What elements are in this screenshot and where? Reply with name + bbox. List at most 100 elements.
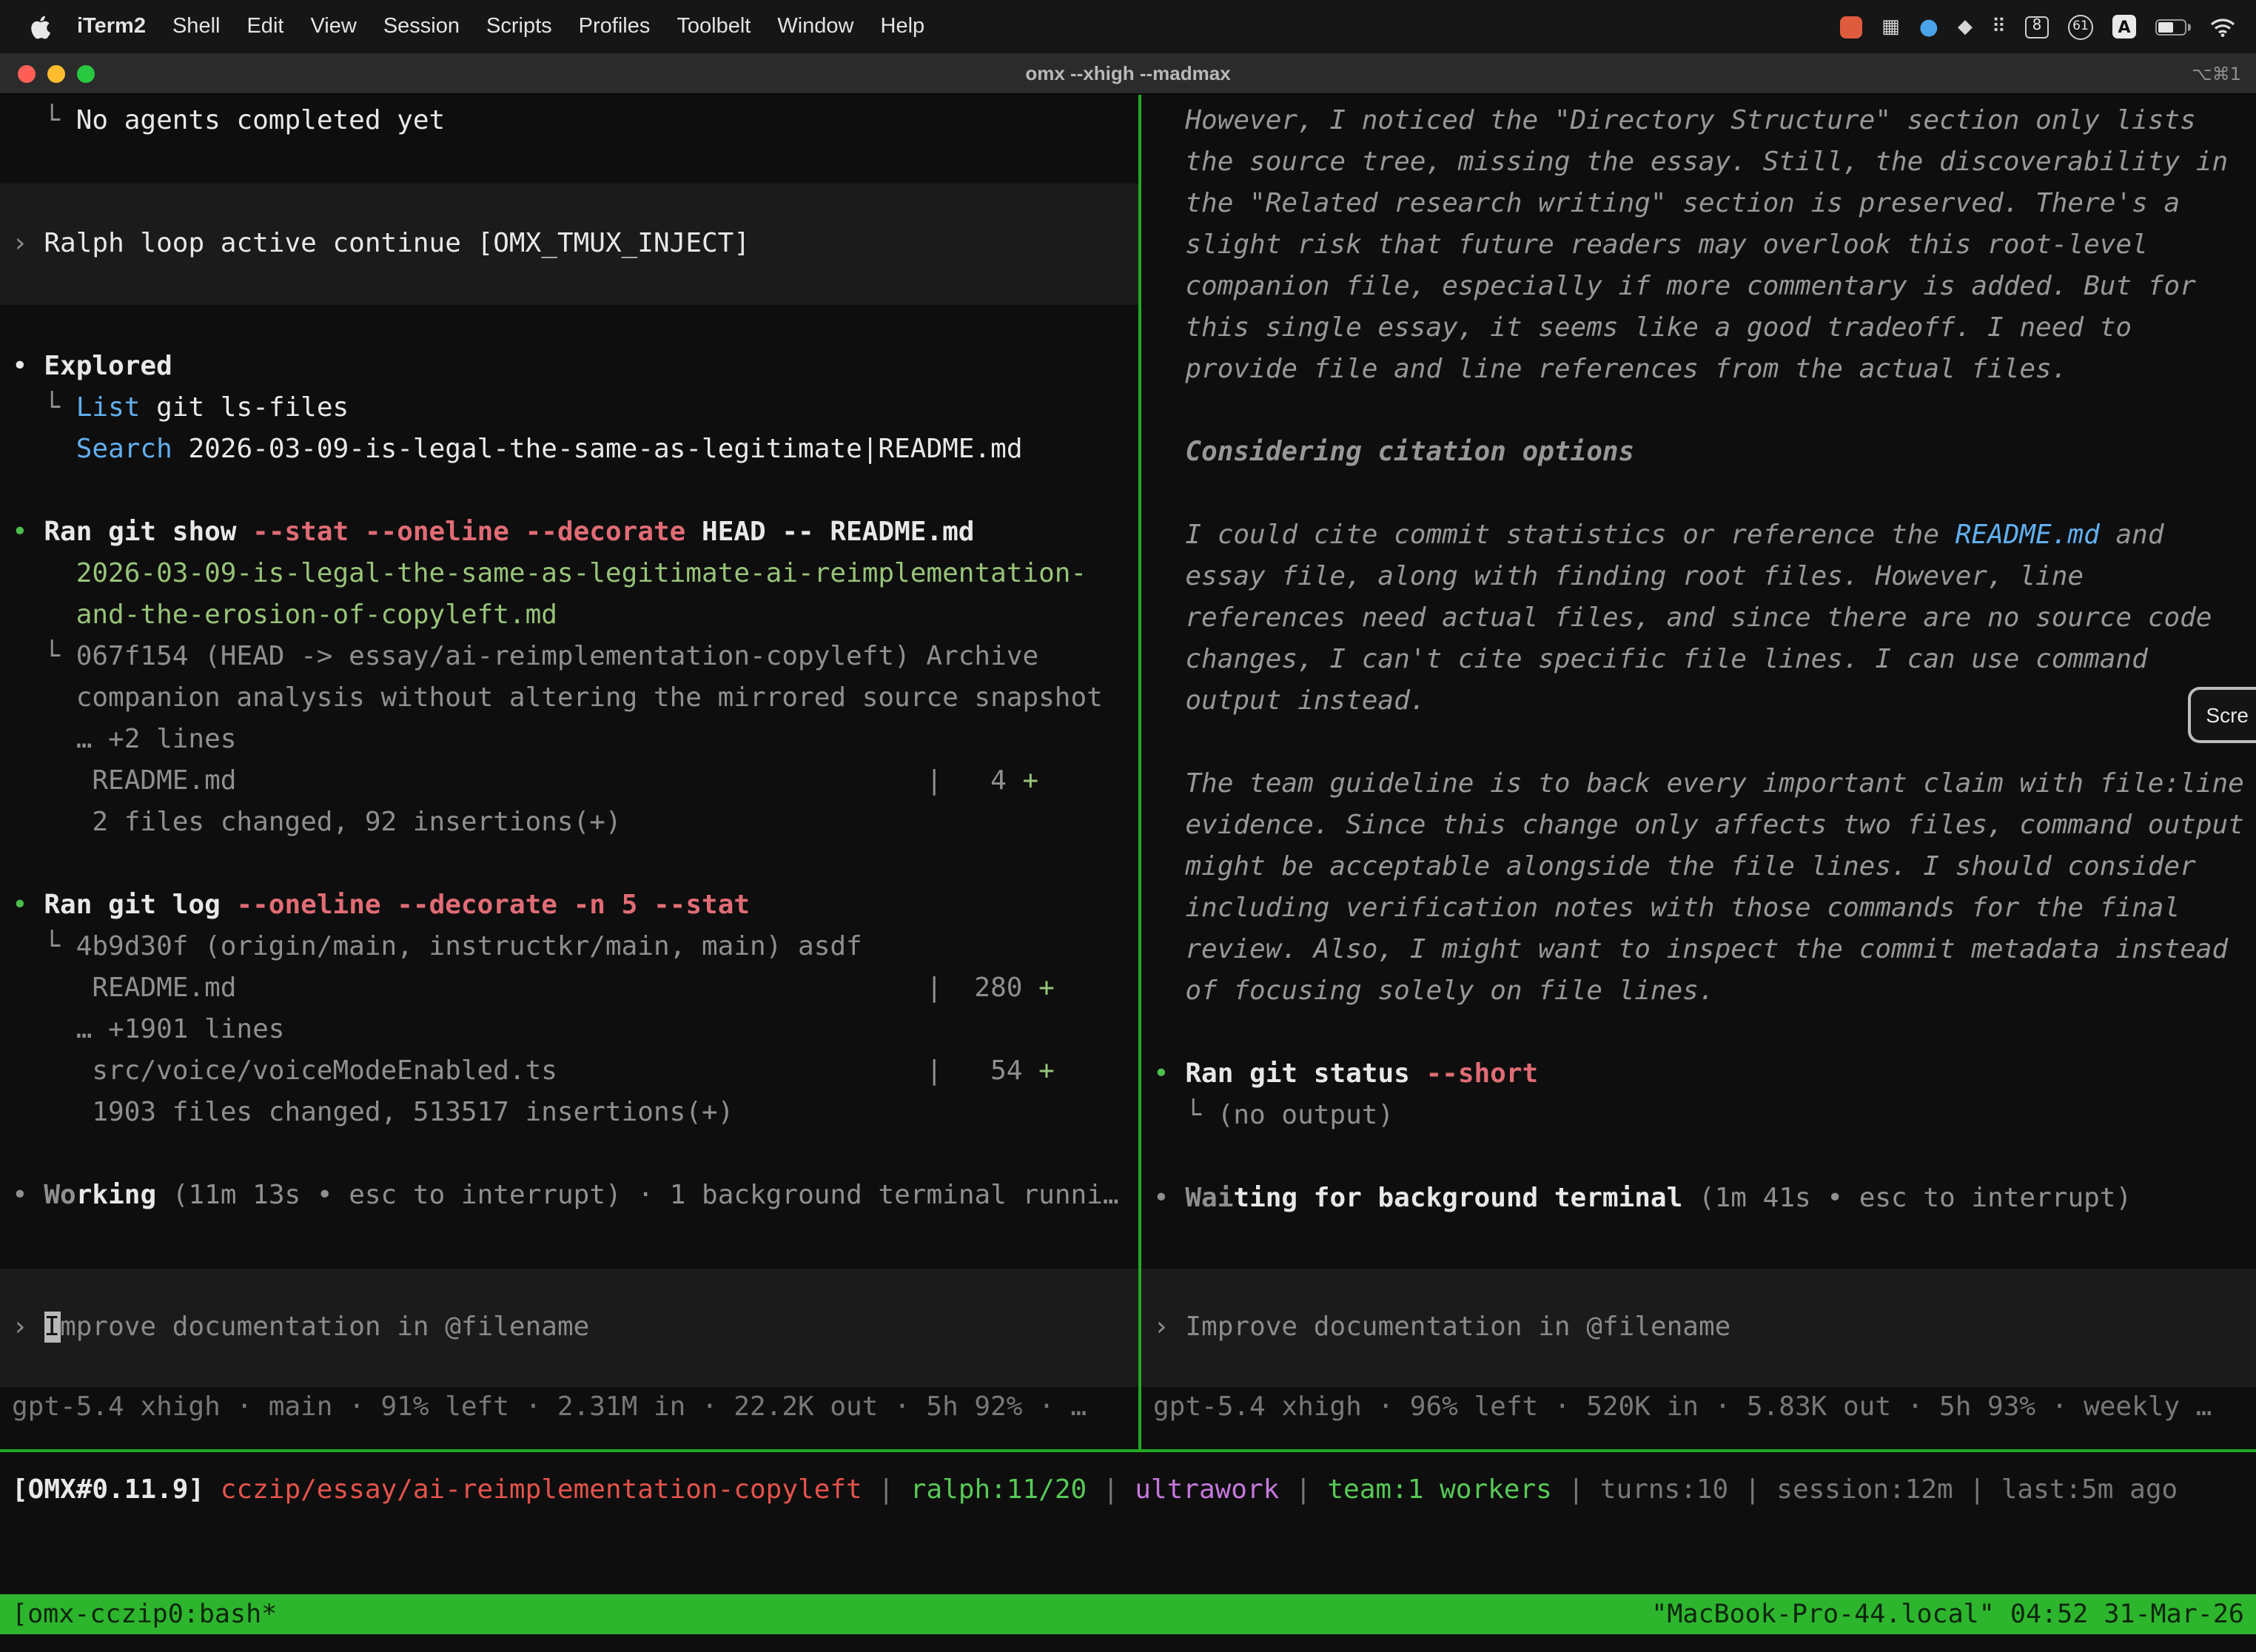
title-bar[interactable]: omx --xhigh --madmax ⌥⌘1 bbox=[0, 53, 2256, 95]
ralph-loop-banner[interactable]: › Ralph loop active continue [OMX_TMUX_I… bbox=[0, 184, 1138, 305]
zoom-button[interactable] bbox=[77, 64, 95, 82]
traffic-lights bbox=[18, 64, 95, 82]
text-run: • bbox=[12, 517, 44, 548]
terminal-line: └ (no output) bbox=[1141, 1095, 2256, 1137]
text-run: └ 4b9d30f (origin/main, instructkr/main,… bbox=[12, 931, 862, 962]
text-run: references need actual files, and since … bbox=[1153, 602, 2212, 634]
text-run: cczip/essay/ai-reimplementation-copyleft bbox=[204, 1474, 862, 1505]
terminal-line: slight risk that future readers may over… bbox=[1141, 225, 2256, 266]
text-run: src/voice/voiceModeEnabled.ts | 54 bbox=[12, 1055, 1038, 1087]
left-agent-summary: └ No agents completed yet bbox=[0, 101, 1138, 142]
key-8-icon[interactable]: 8 bbox=[2025, 16, 2049, 38]
left-session-status: gpt-5.4 xhigh · main · 91% left · 2.31M … bbox=[0, 1387, 1138, 1428]
text-run: changes, I can't cite specific file line… bbox=[1153, 644, 2148, 675]
terminal-line bbox=[0, 471, 1138, 512]
terminal-line: The team guideline is to back every impo… bbox=[1141, 764, 2256, 805]
apple-menu-icon[interactable] bbox=[15, 14, 64, 39]
terminal-line bbox=[0, 1134, 1138, 1175]
prompt-input-left[interactable]: › Improve documentation in @filename bbox=[0, 1269, 1138, 1387]
text-run: --stat --oneline --decorate bbox=[236, 517, 685, 548]
text-run: the "Related research writing" section i… bbox=[1153, 188, 2180, 219]
minimize-button[interactable] bbox=[47, 64, 65, 82]
text-run: team:1 workers bbox=[1327, 1474, 1551, 1505]
right-session-status: gpt-5.4 xhigh · 96% left · 520K in · 5.8… bbox=[1141, 1387, 2256, 1428]
menu-item-edit[interactable]: Edit bbox=[233, 15, 297, 38]
text-run: + bbox=[1022, 765, 1038, 796]
text-run: Ran git log bbox=[44, 890, 220, 921]
text-run: No agents completed yet bbox=[76, 105, 446, 136]
terminal-line: companion analysis without altering the … bbox=[0, 678, 1138, 719]
text-run: | bbox=[1552, 1474, 1600, 1505]
text-run: └ bbox=[12, 392, 76, 423]
text-run: | bbox=[1728, 1474, 1776, 1505]
text-run: └ 067f154 (HEAD -> essay/ai-reimplementa… bbox=[12, 641, 1038, 672]
window-title: omx --xhigh --madmax bbox=[1025, 62, 1230, 84]
terminal-line: • Ran git show --stat --oneline --decora… bbox=[0, 512, 1138, 554]
terminal-line: might be acceptable alongside the file l… bbox=[1141, 847, 2256, 888]
text-run: › bbox=[12, 1312, 44, 1343]
menu-item-iterm2[interactable]: iTerm2 bbox=[64, 15, 159, 38]
text-run: | bbox=[1953, 1474, 2001, 1505]
terminal-line: 2026-03-09-is-legal-the-same-as-legitima… bbox=[0, 554, 1138, 595]
terminal-line: └ No agents completed yet bbox=[0, 101, 1138, 142]
menu-item-scripts[interactable]: Scripts bbox=[473, 15, 565, 38]
menu-item-help[interactable]: Help bbox=[867, 15, 939, 38]
terminal-line: I could cite commit statistics or refere… bbox=[1141, 515, 2256, 557]
menu-item-window[interactable]: Window bbox=[764, 15, 867, 38]
text-run: --oneline --decorate -n 5 --stat bbox=[221, 890, 750, 921]
text-run: (1m 41s • esc to interrupt) bbox=[1682, 1183, 2132, 1214]
text-run: Wai bbox=[1185, 1183, 1233, 1214]
terminal-line: changes, I can't cite specific file line… bbox=[1141, 639, 2256, 681]
text-run: gpt-5.4 xhigh · 96% left · 520K in · 5.8… bbox=[1153, 1391, 2212, 1423]
blue-app-menu-icon[interactable]: ● bbox=[1919, 16, 1938, 38]
menu-bar: iTerm2 Shell Edit View Session Scripts P… bbox=[0, 0, 2256, 53]
menu-item-view[interactable]: View bbox=[297, 15, 369, 38]
terminal-line: └ 4b9d30f (origin/main, instructkr/main,… bbox=[0, 927, 1138, 968]
terminal-pane-right[interactable]: However, I noticed the "Directory Struct… bbox=[1141, 95, 2256, 1449]
close-button[interactable] bbox=[18, 64, 36, 82]
terminal-line: • Waiting for background terminal (1m 41… bbox=[1141, 1178, 2256, 1220]
input-source-icon[interactable]: A bbox=[2112, 15, 2136, 38]
text-run: Improve documentation in @filename bbox=[1185, 1312, 1730, 1343]
prompt-input-right[interactable]: › Improve documentation in @filename bbox=[1141, 1269, 2256, 1387]
clipped-screen-button[interactable]: Scre bbox=[2188, 687, 2256, 743]
screen-recording-indicator-icon[interactable] bbox=[1840, 16, 1862, 38]
text-run: mprove documentation in @filename bbox=[60, 1312, 589, 1343]
dark-app-menu-icon[interactable]: ◆ bbox=[1958, 17, 1973, 36]
battery-icon[interactable] bbox=[2155, 19, 2191, 35]
menu-item-session[interactable]: Session bbox=[370, 15, 473, 38]
wifi-icon[interactable] bbox=[2210, 17, 2235, 36]
dots-grid-icon[interactable]: ⠿ bbox=[1992, 17, 2006, 36]
text-run: HEAD -- README.md bbox=[685, 517, 974, 548]
menu-item-toolbelt[interactable]: Toolbelt bbox=[663, 15, 764, 38]
text-run: and bbox=[2100, 520, 2164, 551]
terminal-line: README.md | 4 + bbox=[0, 761, 1138, 802]
text-run: of focusing solely on file lines. bbox=[1153, 976, 1715, 1007]
text-run: review. Also, I might want to inspect th… bbox=[1153, 934, 2228, 965]
text-run: rking bbox=[76, 1180, 156, 1211]
text-run: companion analysis without altering the … bbox=[12, 682, 1103, 713]
text-run: and-the-erosion-of-copyleft.md bbox=[12, 600, 557, 631]
text-run: However, I noticed the "Directory Struct… bbox=[1153, 105, 2196, 136]
menu-item-profiles[interactable]: Profiles bbox=[565, 15, 664, 38]
text-run: 1903 files changed, 513517 insertions(+) bbox=[12, 1097, 733, 1128]
text-run: › bbox=[1153, 1312, 1185, 1343]
text-run: README.md bbox=[1955, 520, 2100, 551]
meter-61-icon[interactable]: 61 bbox=[2068, 14, 2093, 39]
right-spacer bbox=[1141, 1220, 2256, 1269]
text-run: List bbox=[76, 392, 141, 423]
terminal-pane-left[interactable]: └ No agents completed yet › Ralph loop a… bbox=[0, 95, 1138, 1449]
text-run: turns:10 bbox=[1600, 1474, 1728, 1505]
text-run: [OMX#0.11.9] bbox=[12, 1474, 204, 1505]
terminal-line: • Explored bbox=[0, 346, 1138, 388]
window-grid-icon[interactable]: ▦ bbox=[1881, 17, 1900, 36]
terminal-line: provide file and line references from th… bbox=[1141, 349, 2256, 391]
terminal-line: [OMX#0.11.9] cczip/essay/ai-reimplementa… bbox=[0, 1470, 2256, 1511]
text-run: git ls-files bbox=[140, 392, 349, 423]
text-run: essay file, along with finding root file… bbox=[1153, 561, 2084, 592]
terminal-line: … +2 lines bbox=[0, 719, 1138, 761]
menu-item-shell[interactable]: Shell bbox=[159, 15, 234, 38]
text-run: Ran git show bbox=[44, 517, 236, 548]
terminal-line bbox=[1141, 1013, 2256, 1054]
terminal-line: src/voice/voiceModeEnabled.ts | 54 + bbox=[0, 1051, 1138, 1092]
